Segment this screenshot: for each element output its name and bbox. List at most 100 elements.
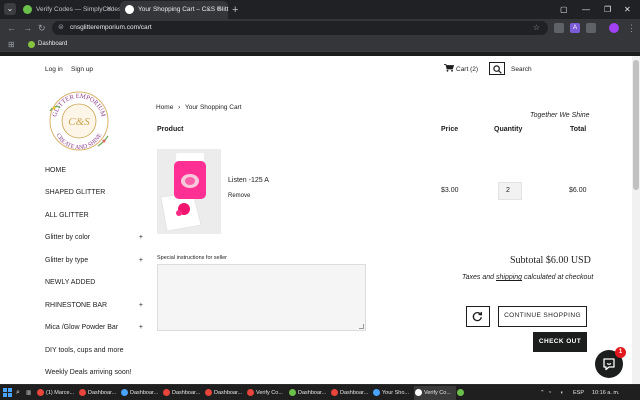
shipping-link[interactable]: shipping xyxy=(496,274,522,281)
taskbar-item[interactable] xyxy=(456,386,496,400)
chat-bubble-icon xyxy=(603,358,615,371)
windows-start-icon[interactable] xyxy=(3,388,12,397)
apps-grid-icon[interactable]: ⊞ xyxy=(8,40,15,49)
product-name-link[interactable]: Listen -125 A xyxy=(228,177,269,185)
extension-icon[interactable] xyxy=(554,23,564,33)
tab-title: Your Shopping Cart – C&S Glitt xyxy=(138,6,229,13)
maximize-button[interactable]: ❐ xyxy=(604,0,611,19)
taskbar-item[interactable]: Dashboar... xyxy=(78,386,120,400)
nav-item-glitter-by-type[interactable]: Glitter by type + xyxy=(45,256,145,265)
item-line-total: $6.00 xyxy=(569,187,587,194)
cart-link[interactable]: Cart (2) xyxy=(444,64,478,75)
bookmark-star-icon[interactable]: ☆ xyxy=(533,21,540,35)
taskbar-item[interactable]: (1) Marce... xyxy=(36,386,78,400)
minimize-button[interactable]: — xyxy=(582,0,590,19)
taskbar-item[interactable]: Dashboar... xyxy=(288,386,330,400)
app-icon xyxy=(331,389,338,396)
clock-time[interactable]: 10:16 a. m. xyxy=(592,386,620,400)
scrollbar-thumb[interactable] xyxy=(633,60,639,190)
seller-notes-textarea[interactable] xyxy=(157,264,366,331)
cart-count-label: Cart (2) xyxy=(456,66,479,73)
app-icon xyxy=(289,389,296,396)
windows-taskbar: ⌕ ▥ (1) Marce... Dashboar... Dashboar...… xyxy=(0,384,640,400)
expand-plus-icon: + xyxy=(138,324,143,331)
language-indicator[interactable]: ESP xyxy=(573,386,584,400)
shop-favicon-icon xyxy=(125,5,134,14)
address-bar[interactable]: ⊜ cnsglitteremporium.com/cart ☆ xyxy=(52,21,548,35)
nav-item-newly-added[interactable]: NEWLY ADDED xyxy=(45,278,145,287)
search-icon xyxy=(493,65,502,74)
taskbar-item-active[interactable]: Verify Co... xyxy=(414,386,456,400)
taskbar-item[interactable]: Your Sho... xyxy=(372,386,414,400)
column-header-quantity: Quantity xyxy=(494,126,523,133)
nav-item-weekly-deals[interactable]: Weekly Deals arriving soon! xyxy=(45,368,145,377)
signup-link[interactable]: Sign up xyxy=(71,66,93,74)
app-icon xyxy=(121,389,128,396)
column-header-product: Product xyxy=(157,126,184,133)
tab-search-icon[interactable]: ⌄ xyxy=(4,3,16,15)
search-icon[interactable]: ⌕ xyxy=(16,386,20,400)
column-header-total: Total xyxy=(570,126,587,133)
taskbar-item[interactable]: Dashboar... xyxy=(330,386,372,400)
close-icon[interactable]: ✕ xyxy=(106,1,112,19)
quantity-input[interactable]: 2 xyxy=(498,182,522,200)
site-info-icon[interactable]: ⊜ xyxy=(58,22,64,34)
page-scrollbar[interactable] xyxy=(632,56,640,384)
nav-item-diy-tools[interactable]: DIY tools, cups and more xyxy=(45,346,145,355)
product-thumbnail[interactable] xyxy=(157,149,221,234)
bookmark-label: Dashboard xyxy=(38,41,68,47)
extensions-puzzle-icon[interactable] xyxy=(586,23,596,33)
nav-item-shaped-glitter[interactable]: SHAPED GLITTER xyxy=(45,188,145,197)
expand-plus-icon: + xyxy=(138,257,143,264)
task-view-icon[interactable]: ▥ xyxy=(26,386,31,400)
expand-plus-icon: + xyxy=(138,234,143,241)
extension-a-icon[interactable]: A xyxy=(570,23,580,33)
bookmark-dashboard[interactable]: Dashboard xyxy=(28,37,67,52)
cart-subtotal: Subtotal $6.00 USD xyxy=(510,255,591,266)
continue-shopping-button[interactable]: CONTINUE SHOPPING xyxy=(498,306,587,327)
app-icon xyxy=(163,389,170,396)
nav-item-rhinestone-bar[interactable]: RHINESTONE BAR + xyxy=(45,301,145,310)
network-icon[interactable]: ◔ xyxy=(548,386,551,400)
checkout-button[interactable]: CHECK OUT xyxy=(533,332,587,352)
app-icon xyxy=(79,389,86,396)
cart-page: Log in Sign up Cart (2) Search GLITTER E… xyxy=(0,56,632,384)
browser-menu-icon[interactable]: ⋮ xyxy=(627,22,636,34)
resize-grip-icon[interactable] xyxy=(359,324,364,329)
login-link[interactable]: Log in xyxy=(45,66,63,74)
browser-tab-strip: ⌄ Verify Codes — SimplyCodes ✕ Your Shop… xyxy=(0,0,640,19)
taskbar-item[interactable]: Dashboar... xyxy=(162,386,204,400)
profile-avatar-icon[interactable] xyxy=(609,23,619,33)
close-icon[interactable]: ✕ xyxy=(216,1,222,19)
new-tab-button[interactable]: + xyxy=(232,1,238,19)
search-button[interactable] xyxy=(489,62,505,75)
app-icon xyxy=(205,389,212,396)
breadcrumb-home-link[interactable]: Home xyxy=(156,104,173,111)
dashboard-favicon-icon xyxy=(28,41,35,48)
forward-icon[interactable]: → xyxy=(23,22,32,34)
browser-tab[interactable]: Verify Codes — SimplyCodes ✕ xyxy=(18,1,121,19)
seller-notes-label: Special instructions for seller xyxy=(157,255,228,261)
browser-toolbar: ← → ↻ ⊜ cnsglitteremporium.com/cart ☆ A … xyxy=(0,19,640,37)
taskbar-item[interactable]: Dashboar... xyxy=(120,386,162,400)
store-logo[interactable]: GLITTER EMPORIUM CREATE AND SHINE C&S xyxy=(44,86,114,156)
expand-plus-icon: + xyxy=(138,302,143,309)
taskbar-item[interactable]: Dashboar... xyxy=(204,386,246,400)
update-cart-button[interactable] xyxy=(466,306,490,327)
tab-list-icon[interactable]: ▢ xyxy=(560,0,568,19)
reload-icon[interactable]: ↻ xyxy=(38,22,46,34)
back-icon[interactable]: ← xyxy=(7,22,16,34)
volume-icon[interactable]: ◖ xyxy=(560,386,563,400)
browser-tab-active[interactable]: Your Shopping Cart – C&S Glitt ✕ xyxy=(120,1,228,19)
taskbar-item[interactable]: Verify Co... xyxy=(246,386,288,400)
nav-item-home[interactable]: HOME xyxy=(45,166,145,175)
nav-item-mica-glow-powder-bar[interactable]: Mica /Glow Powder Bar + xyxy=(45,323,145,332)
app-icon xyxy=(247,389,254,396)
nav-item-glitter-by-color[interactable]: Glitter by color + xyxy=(45,233,145,242)
nav-item-all-glitter[interactable]: ALL GLITTER xyxy=(45,211,145,220)
app-icon xyxy=(37,389,44,396)
tray-overflow-icon[interactable]: ⌃ xyxy=(540,386,545,400)
search-label[interactable]: Search xyxy=(511,66,532,74)
close-window-button[interactable]: ✕ xyxy=(624,0,631,19)
remove-item-link[interactable]: Remove xyxy=(228,193,250,200)
